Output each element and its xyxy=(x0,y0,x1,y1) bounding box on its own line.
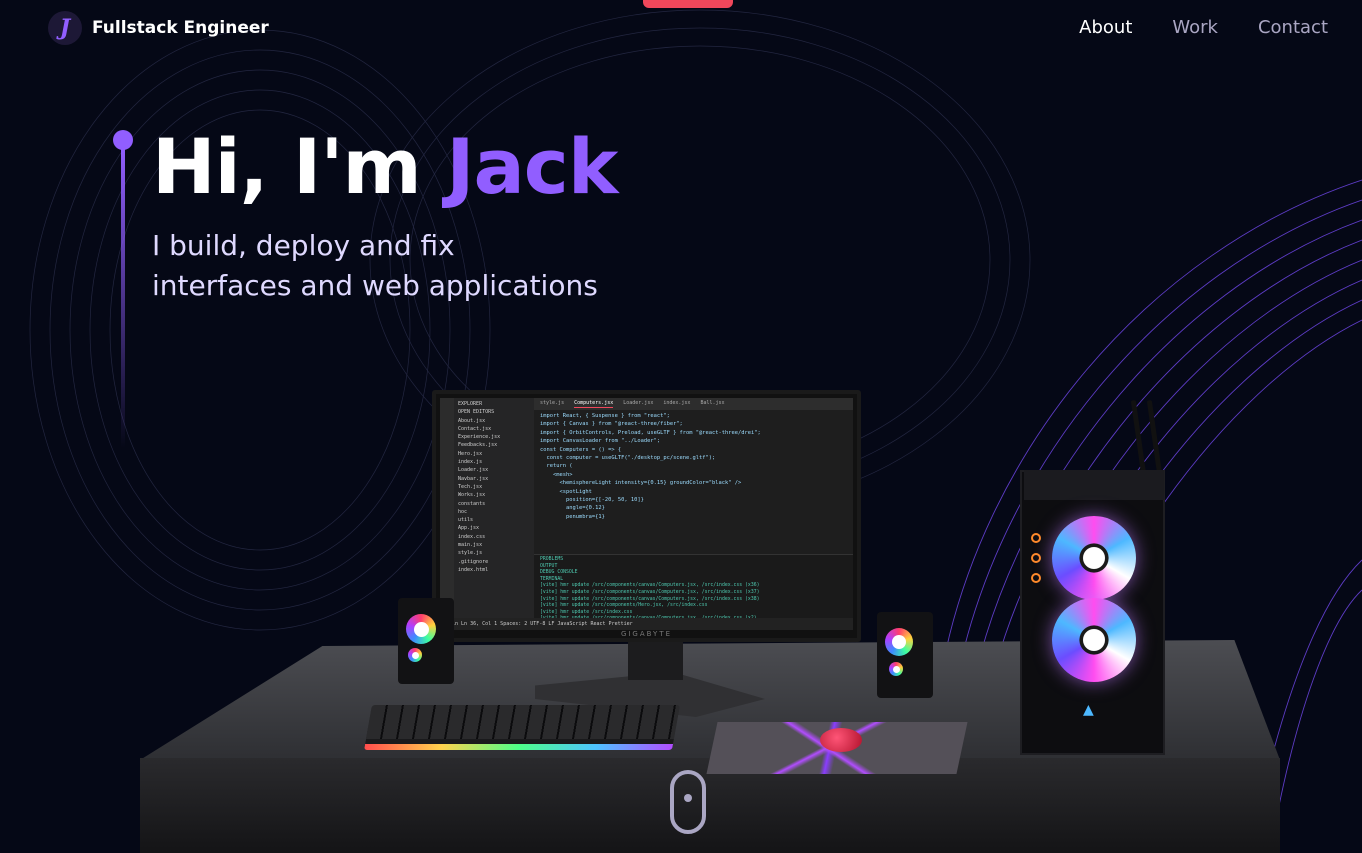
monitor-stand-neck xyxy=(628,640,683,680)
editor-status-bar: main Ln 36, Col 1 Spaces: 2 UTF-8 LF Jav… xyxy=(440,618,853,630)
explorer-item: index.css xyxy=(458,533,486,540)
explorer-item: style.js xyxy=(458,550,483,557)
explorer-item: Works.jsx xyxy=(458,492,486,499)
explorer-item: App.jsx xyxy=(458,525,480,532)
code-line: import CanvasLoader from "../Loader"; xyxy=(540,438,661,445)
hero-accent-bar xyxy=(113,130,133,450)
terminal-line: [vite] hmr update /src/components/canvas… xyxy=(540,583,760,589)
hero-accent-line xyxy=(121,148,125,448)
explorer-item: Navbar.jsx xyxy=(458,475,489,482)
editor-tab: Computers.jsx xyxy=(574,400,614,408)
speaker-ring-icon xyxy=(889,662,903,676)
explorer-item: Loader.jsx xyxy=(458,467,489,474)
hero-subtitle-line1: I build, deploy and fix xyxy=(152,229,455,262)
terminal-line: DEBUG CONSOLE xyxy=(540,570,578,576)
navbar: J Fullstack Engineer About Work Contact xyxy=(0,0,1362,58)
explorer-item: hoc xyxy=(458,508,468,515)
hero-title: Hi, I'm Jack xyxy=(152,122,618,211)
editor-activity-bar xyxy=(440,398,454,630)
mouse xyxy=(820,728,862,752)
logo-icon: J xyxy=(48,11,82,45)
explorer-item: EXPLORER xyxy=(458,401,483,407)
nav-link-contact[interactable]: Contact xyxy=(1258,17,1328,38)
power-button-icon xyxy=(1031,533,1041,543)
hero-greeting: Hi, I'm xyxy=(152,122,422,211)
code-line: <spotLight xyxy=(540,488,592,495)
explorer-item: Tech.jsx xyxy=(458,483,483,490)
explorer-item: index.html xyxy=(458,566,489,573)
editor-tab: Loader.jsx xyxy=(623,400,654,406)
scroll-dot-icon xyxy=(684,794,692,802)
terminal-line: [vite] hmr update /src/components/canvas… xyxy=(540,589,760,595)
speaker-left xyxy=(398,598,454,684)
code-line: <hemisphereLight intensity={0.15} ground… xyxy=(540,480,742,487)
explorer-item: main.jsx xyxy=(458,542,483,549)
code-line: return ( xyxy=(540,463,573,470)
explorer-item: Hero.jsx xyxy=(458,450,483,457)
hero-name: Jack xyxy=(446,122,618,211)
terminal-line: OUTPUT xyxy=(540,563,558,569)
keyboard xyxy=(364,705,680,750)
hero-accent-dot xyxy=(113,130,133,150)
port-icon xyxy=(1031,573,1041,583)
terminal-line: [vite] hmr update /src/components/Hero.j… xyxy=(540,603,708,609)
speaker-right xyxy=(877,612,933,698)
code-line: penumbra={1} xyxy=(540,513,605,520)
editor-tab: Ball.jsx xyxy=(700,400,725,406)
code-line: import { Canvas } from "@react-three/fib… xyxy=(540,421,683,428)
explorer-item: OPEN EDITORS xyxy=(458,409,495,416)
code-line: const computer = useGLTF("./desktop_pc/s… xyxy=(540,455,716,462)
logo[interactable]: J Fullstack Engineer xyxy=(48,11,269,45)
nav-links: About Work Contact xyxy=(1079,17,1328,38)
code-line: angle={0.12} xyxy=(540,505,605,512)
editor-tab: style.js xyxy=(540,400,565,406)
explorer-item: utils xyxy=(458,517,474,524)
code-line: <mesh> xyxy=(540,471,573,478)
scroll-down-button[interactable] xyxy=(670,770,706,834)
pc-tower-top xyxy=(1024,470,1164,500)
nav-link-about[interactable]: About xyxy=(1079,17,1132,38)
hero-subtitle-line2: interfaces and web applications xyxy=(152,269,598,302)
editor-explorer: EXPLORER OPEN EDITORS About.jsx Contact.jsx… xyxy=(454,398,534,618)
explorer-item: .gitignore xyxy=(458,558,489,565)
logo-text: Fullstack Engineer xyxy=(92,18,269,38)
code-line: import { OrbitControls, Preload, useGLTF… xyxy=(540,429,761,436)
explorer-item: Feedbacks.jsx xyxy=(458,442,498,449)
editor-terminal: PROBLEMS OUTPUT DEBUG CONSOLE TERMINAL [vite… xyxy=(534,554,853,618)
monitor: EXPLORER OPEN EDITORS About.jsx Contact.jsx… xyxy=(432,390,861,642)
code-line: const Computers = () => { xyxy=(540,446,622,453)
monitor-screen: EXPLORER OPEN EDITORS About.jsx Contact.jsx… xyxy=(440,398,853,630)
port-icon xyxy=(1031,553,1041,563)
editor-tab: index.jsx xyxy=(663,400,691,406)
rgb-fan-icon xyxy=(1052,598,1136,682)
explorer-item: About.jsx xyxy=(458,417,486,424)
code-line: import React, { Suspense } from "react"; xyxy=(540,413,670,419)
monitor-brand: GIGABYTE xyxy=(620,630,673,638)
editor-code: import React, { Suspense } from "react";… xyxy=(540,412,840,552)
aorus-logo-icon: ▲ xyxy=(1083,702,1094,718)
hero-subtitle: I build, deploy and fix interfaces and w… xyxy=(152,226,712,306)
terminal-line: PROBLEMS xyxy=(540,557,564,562)
explorer-item: Contact.jsx xyxy=(458,425,492,432)
code-line: position={[-20, 50, 10]} xyxy=(540,497,644,504)
speaker-ring-icon xyxy=(885,628,913,656)
nav-link-work[interactable]: Work xyxy=(1172,17,1218,38)
explorer-item: Experience.jsx xyxy=(458,434,501,441)
explorer-item: constants xyxy=(458,500,486,507)
rgb-fan-icon xyxy=(1052,516,1136,600)
explorer-item: index.js xyxy=(458,459,483,466)
speaker-ring-icon xyxy=(408,648,422,662)
speaker-ring-icon xyxy=(406,614,436,644)
editor-tabs: style.js Computers.jsx Loader.jsx index.jsx… xyxy=(534,398,853,410)
